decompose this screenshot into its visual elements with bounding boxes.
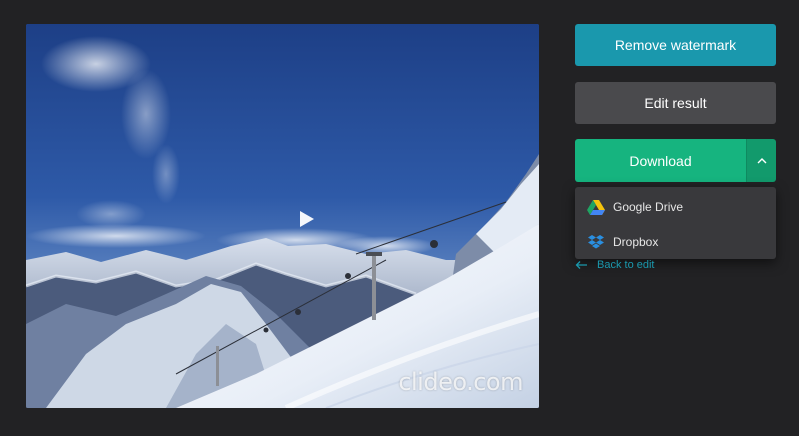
back-to-edit-label: Back to edit: [597, 259, 655, 271]
video-preview[interactable]: clideo.com: [26, 24, 539, 408]
page: clideo.com Remove watermark Edit result …: [0, 0, 799, 436]
menu-item-dropbox[interactable]: Dropbox: [575, 224, 776, 259]
google-drive-icon: [587, 199, 605, 215]
download-dropdown-menu: Google Drive Dropbox: [575, 187, 776, 259]
download-options-toggle[interactable]: [746, 139, 776, 182]
menu-item-google-drive[interactable]: Google Drive: [575, 189, 776, 224]
download-button[interactable]: Download: [575, 139, 746, 182]
play-button[interactable]: [292, 204, 322, 234]
dropbox-icon: [587, 234, 605, 250]
menu-item-label: Dropbox: [613, 234, 659, 249]
ski-slope-scene-image: [26, 24, 539, 408]
back-to-edit-link[interactable]: Back to edit: [575, 257, 654, 273]
play-icon: [300, 211, 314, 227]
remove-watermark-button[interactable]: Remove watermark: [575, 24, 776, 66]
watermark-text: clideo.com: [398, 368, 523, 396]
download-button-group: Download: [575, 139, 776, 182]
edit-result-button[interactable]: Edit result: [575, 82, 776, 124]
chevron-up-icon: [757, 158, 766, 164]
arrow-left-icon: [575, 260, 588, 270]
menu-item-label: Google Drive: [613, 199, 684, 214]
